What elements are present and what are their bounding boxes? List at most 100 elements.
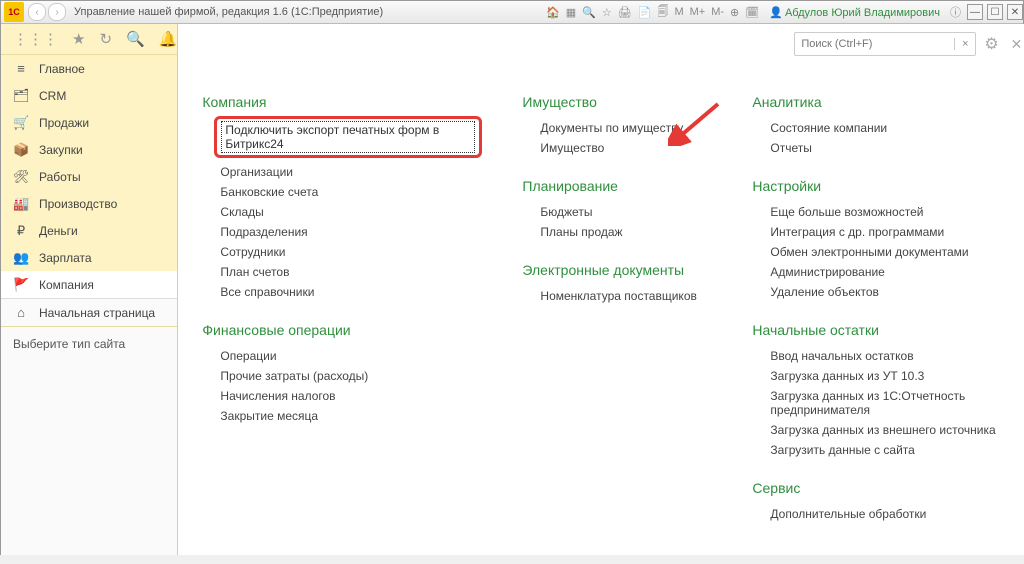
sidebar-item-purchases[interactable]: 📦Закупки <box>1 136 177 163</box>
link-company-status[interactable]: Состояние компании <box>752 118 1012 138</box>
link-edoc-exchange[interactable]: Обмен электронными документами <box>752 242 1012 262</box>
menu-icon: ≡ <box>13 61 29 76</box>
link-departments[interactable]: Подразделения <box>202 222 482 242</box>
link-organizations[interactable]: Организации <box>202 162 482 182</box>
star-icon[interactable]: ★ <box>72 30 85 48</box>
link-month-close[interactable]: Закрытие месяца <box>202 406 482 426</box>
toolbar-icons: 🏠 ▦ 🔍 ☆ 🖨 📄 🗐 M M+ M- ⊕ 🗓 Абдулов Юрий В… <box>546 3 961 22</box>
apps-icon[interactable]: ⋮⋮⋮ <box>13 30 58 48</box>
tb-icon[interactable]: 🗓 <box>745 6 759 19</box>
link-delete-objects[interactable]: Удаление объектов <box>752 282 1012 302</box>
link-reports[interactable]: Отчеты <box>752 138 1012 158</box>
link-all-dictionaries[interactable]: Все справочники <box>202 282 482 302</box>
group-title: Планирование <box>522 178 712 194</box>
nav-back-icon[interactable]: ‹ <box>28 3 46 21</box>
search-input[interactable] <box>795 38 954 50</box>
link-more-features[interactable]: Еще больше возможностей <box>752 202 1012 222</box>
column-analytics: Аналитика Состояние компании Отчеты Наст… <box>752 94 1012 544</box>
link-integration[interactable]: Интеграция с др. программами <box>752 222 1012 242</box>
tb-mminus[interactable]: M- <box>711 6 724 18</box>
ruble-icon: ₽ <box>13 223 29 239</box>
link-property[interactable]: Имущество <box>522 138 712 158</box>
factory-icon: 🏭 <box>13 196 29 212</box>
link-initial-balances[interactable]: Ввод начальных остатков <box>752 346 1012 366</box>
tb-icon[interactable]: 📄 <box>638 6 652 19</box>
link-employees[interactable]: Сотрудники <box>202 242 482 262</box>
nav-buttons: ‹ › <box>28 3 68 21</box>
tb-info-icon[interactable]: ⓘ <box>950 4 961 20</box>
user-name[interactable]: Абдулов Юрий Владимирович <box>769 6 940 19</box>
group-title: Начальные остатки <box>752 322 1012 338</box>
tb-icon[interactable]: 🏠 <box>546 6 560 19</box>
home-icon: ⌂ <box>13 305 29 320</box>
nav-fwd-icon[interactable]: › <box>48 3 66 21</box>
column-assets: Имущество Документы по имуществу Имущест… <box>522 94 712 544</box>
search-icon[interactable]: 🔍 <box>126 30 145 48</box>
cart-icon: 🛒 <box>13 115 29 131</box>
link-budgets[interactable]: Бюджеты <box>522 202 712 222</box>
sidebar-item-main[interactable]: ≡ Главное <box>1 55 177 82</box>
link-load-external[interactable]: Загрузка данных из внешнего источника <box>752 420 1012 440</box>
tb-icon[interactable]: 🔍 <box>582 6 596 19</box>
link-supplier-nomenclature[interactable]: Номенклатура поставщиков <box>522 286 712 306</box>
column-company: Компания Подключить экспорт печатных фор… <box>202 94 482 544</box>
link-additional-processing[interactable]: Дополнительные обработки <box>752 504 1012 524</box>
group-title: Имущество <box>522 94 712 110</box>
people-icon: 👥 <box>13 250 29 266</box>
select-site-label[interactable]: Выберите тип сайта <box>1 327 177 361</box>
sidebar-item-home[interactable]: ⌂Начальная страница <box>1 299 177 326</box>
sidebar-label: Зарплата <box>39 251 92 265</box>
sidebar-item-production[interactable]: 🏭Производство <box>1 190 177 217</box>
panel-close-icon[interactable]: ✕ <box>1011 36 1023 53</box>
link-property-docs[interactable]: Документы по имуществу <box>522 118 712 138</box>
sidebar-item-money[interactable]: ₽Деньги <box>1 217 177 244</box>
link-operations[interactable]: Операции <box>202 346 482 366</box>
app-logo-icon: 1C <box>4 2 24 22</box>
search-box[interactable]: × <box>794 32 976 56</box>
link-load-1c-reporting[interactable]: Загрузка данных из 1С:Отчетность предпри… <box>752 386 1012 420</box>
tb-icon[interactable]: 🗐 <box>657 3 668 22</box>
window-controls: — ☐ ✕ <box>967 4 1023 20</box>
tb-mplus[interactable]: M+ <box>690 6 706 18</box>
close-button[interactable]: ✕ <box>1007 4 1023 20</box>
gear-icon[interactable]: ⚙ <box>984 34 998 54</box>
titlebar: 1C ‹ › Управление нашей фирмой, редакция… <box>1 1 1023 24</box>
group-title: Электронные документы <box>522 262 712 278</box>
search-clear-button[interactable]: × <box>954 38 975 50</box>
tb-m[interactable]: M <box>674 6 683 18</box>
link-warehouses[interactable]: Склады <box>202 202 482 222</box>
group-title: Компания <box>202 94 482 110</box>
sidebar-item-salary[interactable]: 👥 Зарплата <box>1 244 177 271</box>
minimize-button[interactable]: — <box>967 4 983 20</box>
link-other-expenses[interactable]: Прочие затраты (расходы) <box>202 366 482 386</box>
sidebar-label: Главное <box>39 62 85 76</box>
tools-icon: 🛠 <box>13 169 29 185</box>
group-title: Сервис <box>752 480 1012 496</box>
history-icon[interactable]: ↻ <box>99 30 112 48</box>
link-connect-bitrix24[interactable]: Подключить экспорт печатных форм в Битри… <box>221 121 475 153</box>
link-load-ut103[interactable]: Загрузка данных из УТ 10.3 <box>752 366 1012 386</box>
link-bank-accounts[interactable]: Банковские счета <box>202 182 482 202</box>
link-sales-plans[interactable]: Планы продаж <box>522 222 712 242</box>
link-chart-accounts[interactable]: План счетов <box>202 262 482 282</box>
maximize-button[interactable]: ☐ <box>987 4 1003 20</box>
window-title: Управление нашей фирмой, редакция 1.6 (1… <box>74 6 383 18</box>
tb-icon[interactable]: ⊕ <box>730 6 739 19</box>
sidebar-label: CRM <box>39 89 66 103</box>
group-title: Финансовые операции <box>202 322 482 338</box>
app-window: 1C ‹ › Управление нашей фирмой, редакция… <box>0 0 1024 555</box>
sidebar-item-works[interactable]: 🛠Работы <box>1 163 177 190</box>
sidebar-label: Продажи <box>39 116 89 130</box>
sidebar-top-icons: ⋮⋮⋮ ★ ↻ 🔍 🔔 <box>1 24 177 55</box>
tb-icon[interactable]: 🖨 <box>618 6 632 19</box>
link-load-from-site[interactable]: Загрузить данные с сайта <box>752 440 1012 460</box>
crm-icon: 🗂 <box>13 88 29 104</box>
sidebar-item-crm[interactable]: 🗂 CRM <box>1 82 177 109</box>
link-administration[interactable]: Администрирование <box>752 262 1012 282</box>
bell-icon[interactable]: 🔔 <box>159 30 178 48</box>
tb-icon[interactable]: ☆ <box>602 6 612 19</box>
sidebar-item-company[interactable]: 🚩Компания <box>1 271 177 298</box>
link-tax-accruals[interactable]: Начисления налогов <box>202 386 482 406</box>
sidebar-item-sales[interactable]: 🛒 Продажи <box>1 109 177 136</box>
tb-icon[interactable]: ▦ <box>566 6 576 19</box>
